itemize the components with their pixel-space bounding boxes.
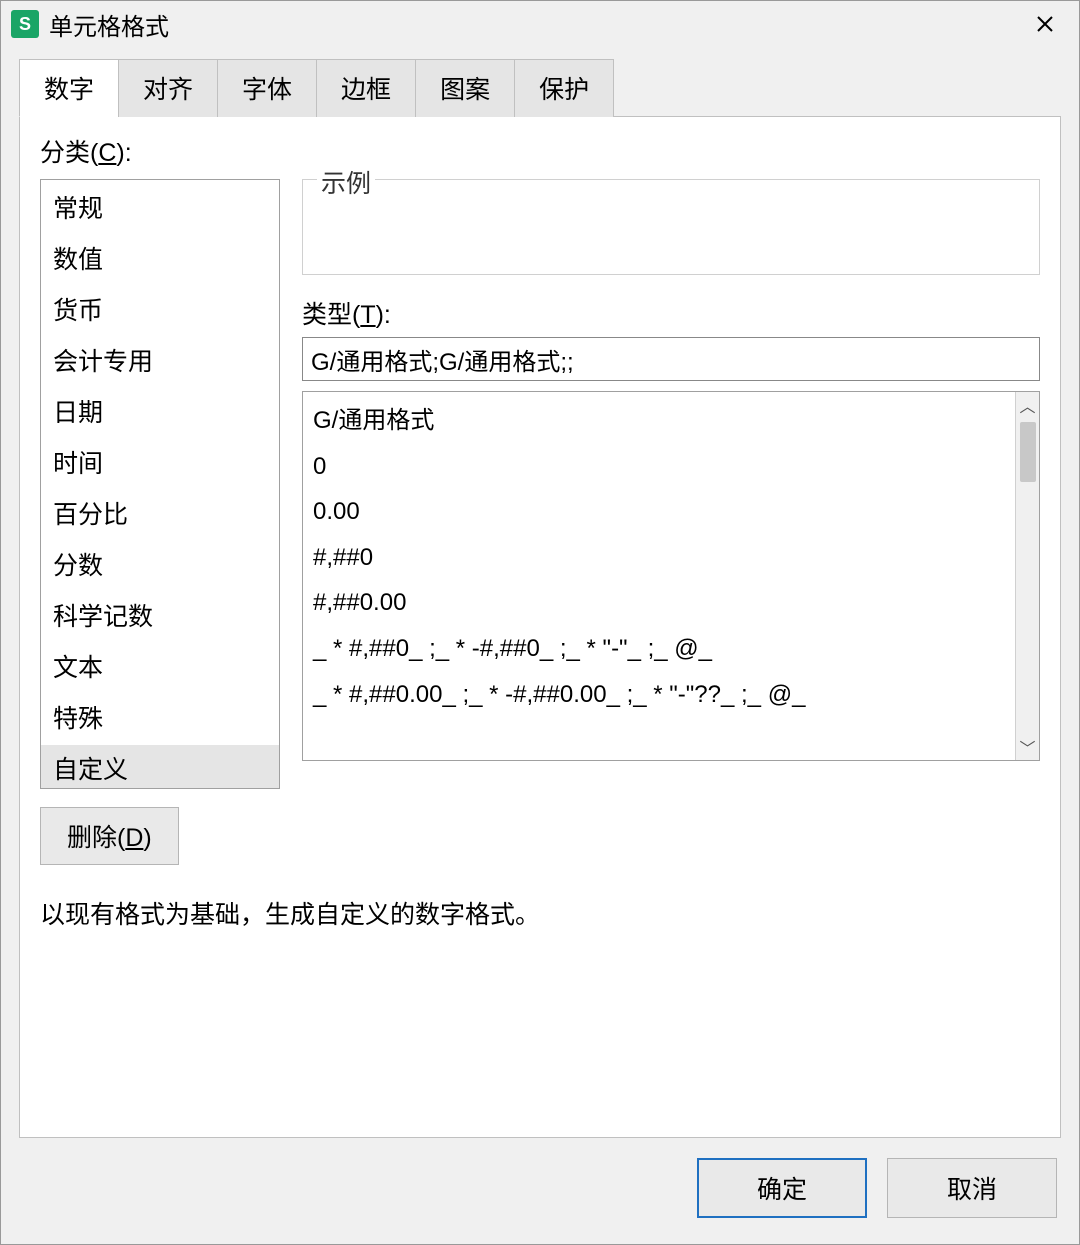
format-item[interactable]: #,##0	[313, 535, 1005, 581]
cancel-button[interactable]: 取消	[887, 1158, 1057, 1218]
category-item-percentage[interactable]: 百分比	[41, 490, 279, 541]
category-item-text[interactable]: 文本	[41, 643, 279, 694]
tab-pattern[interactable]: 图案	[415, 59, 515, 117]
tab-alignment[interactable]: 对齐	[118, 59, 218, 117]
delete-button-hotkey: D	[125, 824, 143, 852]
delete-button[interactable]: 删除(D)	[40, 807, 179, 865]
scroll-thumb[interactable]	[1020, 422, 1036, 482]
category-list[interactable]: 常规 数值 货币 会计专用 日期 时间 百分比 分数 科学记数 文本 特殊 自定…	[40, 179, 280, 789]
close-icon	[1036, 15, 1054, 33]
category-label-prefix: 分类(	[40, 139, 98, 167]
tab-number[interactable]: 数字	[19, 59, 119, 117]
format-list-container: G/通用格式 0 0.00 #,##0 #,##0.00 _ * #,##0_ …	[302, 391, 1040, 761]
category-item-date[interactable]: 日期	[41, 388, 279, 439]
tabpage-number: 分类(C): 常规 数值 货币 会计专用 日期 时间 百分比 分数 科学记数 文…	[19, 116, 1061, 1138]
cell-format-dialog: S 单元格格式 数字 对齐 字体 边框 图案 保护 分类(C): 常规 数值 货…	[0, 0, 1080, 1245]
category-item-currency[interactable]: 货币	[41, 286, 279, 337]
format-item[interactable]: 0.00	[313, 489, 1005, 535]
delete-button-suffix: )	[143, 824, 151, 852]
hint-text: 以现有格式为基础，生成自定义的数字格式。	[40, 895, 1040, 931]
category-item-time[interactable]: 时间	[41, 439, 279, 490]
format-item[interactable]: G/通用格式	[313, 398, 1005, 444]
titlebar: S 单元格格式	[1, 1, 1079, 47]
scroll-down-icon[interactable]: ﹀	[1016, 734, 1039, 760]
tab-border[interactable]: 边框	[316, 59, 416, 117]
close-button[interactable]	[1021, 5, 1069, 43]
category-label-hotkey: C	[98, 139, 116, 167]
app-icon: S	[11, 10, 39, 38]
right-column: 示例 类型(T): G/通用格式 0 0.00 #,##0 #,##0.00	[302, 179, 1040, 789]
dialog-footer: 确定 取消	[1, 1138, 1079, 1244]
format-item[interactable]: 0	[313, 444, 1005, 490]
scroll-up-icon[interactable]: ︿	[1016, 392, 1039, 418]
category-item-special[interactable]: 特殊	[41, 694, 279, 745]
category-item-accounting[interactable]: 会计专用	[41, 337, 279, 388]
category-item-fraction[interactable]: 分数	[41, 541, 279, 592]
delete-button-prefix: 删除(	[67, 824, 125, 852]
client-area: 数字 对齐 字体 边框 图案 保护 分类(C): 常规 数值 货币 会计专用 日…	[1, 47, 1079, 1138]
tab-font[interactable]: 字体	[217, 59, 317, 117]
type-label-hotkey: T	[360, 301, 375, 329]
type-label: 类型(T):	[302, 295, 1040, 331]
category-item-custom[interactable]: 自定义	[41, 745, 279, 789]
example-box: 示例	[302, 179, 1040, 275]
category-label: 分类(C):	[40, 133, 1040, 169]
type-label-prefix: 类型(	[302, 301, 360, 329]
body-row: 常规 数值 货币 会计专用 日期 时间 百分比 分数 科学记数 文本 特殊 自定…	[40, 179, 1040, 789]
ok-button[interactable]: 确定	[697, 1158, 867, 1218]
format-item[interactable]: _ * #,##0_ ;_ * -#,##0_ ;_ * "-"_ ;_ @_	[313, 626, 1005, 672]
window-title: 单元格格式	[49, 7, 1021, 42]
format-list-scrollbar[interactable]: ︿ ﹀	[1015, 392, 1039, 760]
category-label-suffix: ):	[116, 139, 131, 167]
category-item-general[interactable]: 常规	[41, 184, 279, 235]
format-item[interactable]: #,##0.00	[313, 580, 1005, 626]
tab-bar: 数字 对齐 字体 边框 图案 保护	[19, 59, 1061, 117]
format-item[interactable]: _ * #,##0.00_ ;_ * -#,##0.00_ ;_ * "-"??…	[313, 672, 1005, 718]
category-item-scientific[interactable]: 科学记数	[41, 592, 279, 643]
example-legend: 示例	[317, 164, 375, 200]
category-item-number[interactable]: 数值	[41, 235, 279, 286]
format-list[interactable]: G/通用格式 0 0.00 #,##0 #,##0.00 _ * #,##0_ …	[303, 392, 1015, 760]
type-label-suffix: ):	[376, 301, 391, 329]
type-input[interactable]	[302, 337, 1040, 381]
tab-protection[interactable]: 保护	[514, 59, 614, 117]
delete-row: 删除(D)	[40, 807, 1040, 865]
scroll-track[interactable]	[1020, 418, 1036, 734]
